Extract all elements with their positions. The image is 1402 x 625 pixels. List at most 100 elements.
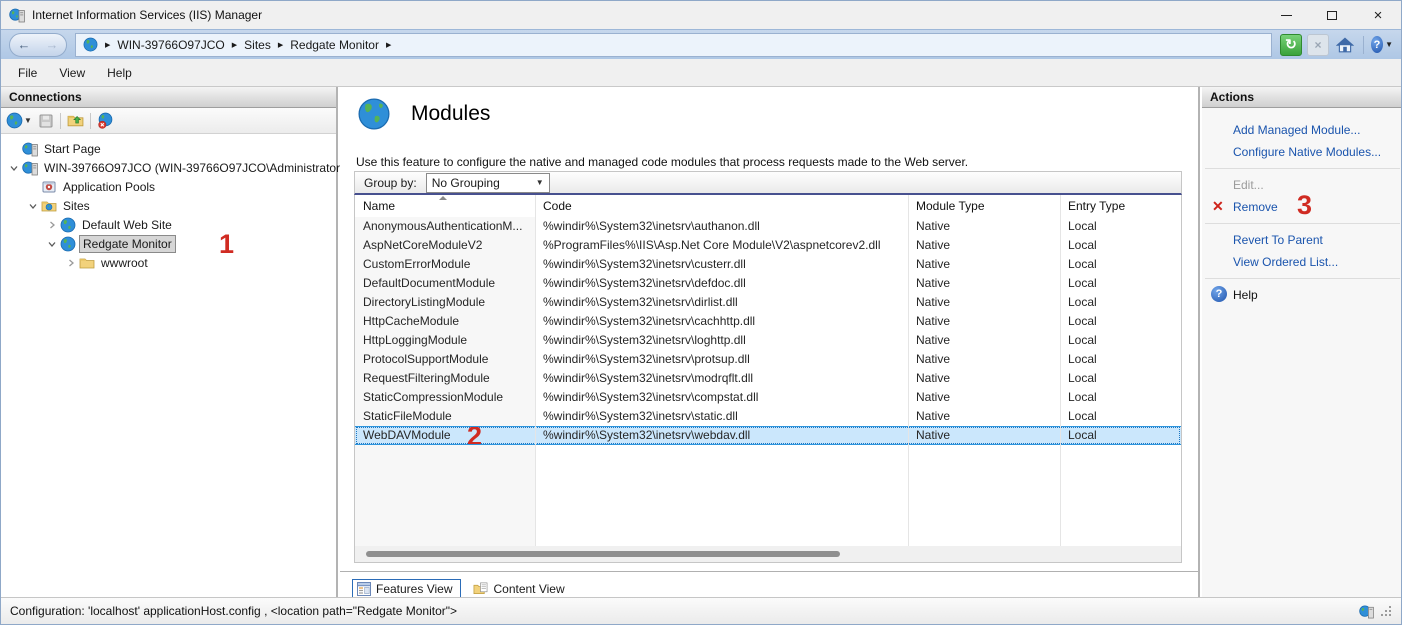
actions-separator bbox=[1205, 168, 1400, 169]
tree-item-redgate-monitor[interactable]: Redgate Monitor 1 bbox=[1, 234, 336, 253]
page-title: Modules bbox=[411, 102, 490, 126]
menu-help[interactable]: Help bbox=[96, 61, 143, 85]
tab-content-view[interactable]: Content View bbox=[469, 579, 568, 598]
column-header-code[interactable]: Code bbox=[535, 195, 908, 217]
table-row[interactable]: ProtocolSupportModule %windir%\System32\… bbox=[355, 350, 1181, 369]
site-globe-icon bbox=[60, 236, 79, 252]
application-pools-icon bbox=[41, 179, 60, 195]
tree-item-start-page[interactable]: Start Page bbox=[1, 139, 336, 158]
back-button[interactable]: ← bbox=[18, 38, 31, 51]
tree-item-server[interactable]: WIN-39766O97JCO (WIN-39766O97JCO\Adminis… bbox=[1, 158, 336, 177]
table-row[interactable]: StaticCompressionModule %windir%\System3… bbox=[355, 388, 1181, 407]
breadcrumb-arrow-icon: ▶ bbox=[105, 41, 110, 49]
resize-grip[interactable] bbox=[1380, 605, 1392, 617]
chevron-down-icon[interactable] bbox=[5, 163, 22, 173]
scrollbar-thumb[interactable] bbox=[366, 551, 840, 557]
address-bar-buttons: ↻ × ?▼ bbox=[1280, 34, 1393, 56]
group-by-toolbar: Group by: No Grouping ▼ bbox=[354, 171, 1182, 195]
connections-header: Connections bbox=[1, 87, 336, 108]
table-row[interactable]: DefaultDocumentModule %windir%\System32\… bbox=[355, 274, 1181, 293]
tree-item-default-web-site[interactable]: Default Web Site bbox=[1, 215, 336, 234]
globe-icon bbox=[83, 37, 98, 52]
refresh-icon[interactable]: ↻ bbox=[1280, 34, 1302, 56]
table-row[interactable]: AnonymousAuthenticationM... %windir%\Sys… bbox=[355, 217, 1181, 236]
menu-view[interactable]: View bbox=[48, 61, 96, 85]
chevron-down-icon[interactable] bbox=[43, 239, 60, 249]
tree-item-application-pools[interactable]: Application Pools bbox=[1, 177, 336, 196]
workspace: Connections ▼ bbox=[1, 87, 1402, 599]
remove-x-icon: ✕ bbox=[1212, 199, 1224, 213]
actions-list: Add Managed Module... Configure Native M… bbox=[1202, 108, 1402, 306]
maximize-button[interactable] bbox=[1309, 1, 1355, 29]
action-add-managed-module[interactable]: Add Managed Module... bbox=[1202, 119, 1402, 141]
minimize-button[interactable] bbox=[1263, 1, 1309, 29]
column-header-entry-type[interactable]: Entry Type bbox=[1060, 195, 1181, 217]
address-breadcrumb[interactable]: ▶ WIN-39766O97JCO ▶ Sites ▶ Redgate Moni… bbox=[75, 33, 1272, 57]
action-view-ordered-list[interactable]: View Ordered List... bbox=[1202, 251, 1402, 273]
up-folder-icon[interactable] bbox=[67, 112, 84, 129]
breadcrumb-arrow-icon: ▶ bbox=[232, 41, 237, 49]
action-remove[interactable]: ✕ Remove 3 bbox=[1202, 196, 1402, 218]
column-divider bbox=[1060, 195, 1061, 546]
breadcrumb-site[interactable]: Redgate Monitor bbox=[290, 38, 379, 52]
table-row[interactable]: CustomErrorModule %windir%\System32\inet… bbox=[355, 255, 1181, 274]
features-view-icon bbox=[357, 582, 371, 596]
menu-bar: File View Help bbox=[1, 59, 1401, 87]
table-header: Name Code Module Type Entry Type bbox=[355, 195, 1181, 217]
start-page-icon bbox=[22, 141, 41, 157]
forward-button[interactable]: → bbox=[46, 38, 59, 51]
group-by-dropdown[interactable]: No Grouping ▼ bbox=[426, 173, 550, 193]
help-icon: ? bbox=[1211, 286, 1227, 302]
column-divider bbox=[535, 195, 536, 546]
breadcrumb-arrow-icon: ▶ bbox=[386, 41, 391, 49]
table-row[interactable]: DirectoryListingModule %windir%\System32… bbox=[355, 293, 1181, 312]
breadcrumb-sites[interactable]: Sites bbox=[244, 38, 271, 52]
actions-panel: Actions Add Managed Module... Configure … bbox=[1202, 87, 1402, 599]
modules-list: Name Code Module Type Entry Type Anonymo… bbox=[354, 195, 1182, 563]
tabs-divider bbox=[340, 571, 1198, 572]
table-row[interactable]: HttpCacheModule %windir%\System32\inetsr… bbox=[355, 312, 1181, 331]
create-connection-icon[interactable]: ▼ bbox=[6, 112, 32, 129]
chevron-right-icon[interactable] bbox=[62, 258, 79, 268]
tree-item-wwwroot[interactable]: wwwroot bbox=[1, 253, 336, 272]
table-row[interactable]: AspNetCoreModuleV2 %ProgramFiles%\IIS\As… bbox=[355, 236, 1181, 255]
delete-connection-icon[interactable] bbox=[97, 112, 114, 129]
table-row[interactable]: RequestFilteringModule %windir%\System32… bbox=[355, 369, 1181, 388]
iis-manager-window: Internet Information Services (IIS) Mana… bbox=[0, 0, 1402, 625]
feature-description: Use this feature to configure the native… bbox=[356, 155, 1180, 169]
table-row-selected[interactable]: WebDAVModule 2 %windir%\System32\inetsrv… bbox=[355, 426, 1181, 445]
action-help[interactable]: ? Help bbox=[1202, 284, 1402, 306]
close-button[interactable]: × bbox=[1355, 1, 1401, 29]
folder-icon bbox=[79, 255, 98, 271]
chevron-down-icon[interactable] bbox=[24, 201, 41, 211]
toolbar-separator bbox=[1363, 36, 1364, 54]
tree-item-sites[interactable]: Sites bbox=[1, 196, 336, 215]
menu-file[interactable]: File bbox=[7, 61, 48, 85]
sort-ascending-icon bbox=[439, 196, 447, 200]
selected-tree-node: Redgate Monitor bbox=[79, 235, 176, 253]
action-revert-to-parent[interactable]: Revert To Parent bbox=[1202, 229, 1402, 251]
feature-panel: Modules Use this feature to configure th… bbox=[340, 87, 1200, 599]
home-icon[interactable] bbox=[1334, 34, 1356, 56]
table-row[interactable]: StaticFileModule %windir%\System32\inets… bbox=[355, 407, 1181, 426]
help-icon[interactable]: ?▼ bbox=[1371, 34, 1393, 56]
connections-tree: Start Page WIN-39766O97JCO (WIN-39766O97… bbox=[1, 134, 336, 272]
feature-header: Modules bbox=[357, 97, 490, 131]
group-by-label: Group by: bbox=[364, 176, 417, 190]
action-configure-native-modules[interactable]: Configure Native Modules... bbox=[1202, 141, 1402, 163]
modules-globe-icon bbox=[357, 97, 391, 131]
breadcrumb-server[interactable]: WIN-39766O97JCO bbox=[117, 38, 224, 52]
server-icon bbox=[22, 160, 41, 176]
breadcrumb-arrow-icon: ▶ bbox=[278, 41, 283, 49]
column-header-module-type[interactable]: Module Type bbox=[908, 195, 1060, 217]
status-bar: Configuration: 'localhost' applicationHo… bbox=[1, 597, 1401, 624]
site-globe-icon bbox=[60, 217, 79, 233]
chevron-right-icon[interactable] bbox=[43, 220, 60, 230]
tab-features-view[interactable]: Features View bbox=[352, 579, 461, 599]
toolbar-separator bbox=[90, 113, 91, 129]
column-divider bbox=[908, 195, 909, 546]
table-row[interactable]: HttpLoggingModule %windir%\System32\inet… bbox=[355, 331, 1181, 350]
horizontal-scrollbar[interactable] bbox=[355, 546, 1181, 562]
window-title: Internet Information Services (IIS) Mana… bbox=[32, 8, 262, 22]
actions-header: Actions bbox=[1202, 87, 1402, 108]
